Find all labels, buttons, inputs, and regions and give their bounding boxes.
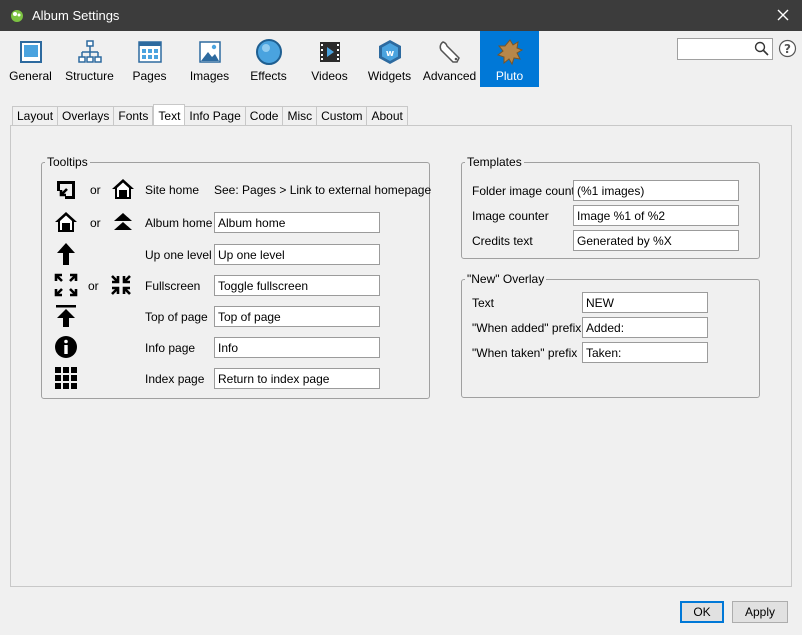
text-tab-panel: Tooltips or Site home See: Pages > Link … bbox=[10, 125, 792, 587]
tab-bar: Layout Overlays Fonts Text Info Page Cod… bbox=[12, 104, 408, 126]
structure-icon bbox=[76, 38, 104, 66]
fullscreen-label: Fullscreen bbox=[145, 279, 201, 293]
apply-button[interactable]: Apply bbox=[732, 601, 788, 623]
home-icon bbox=[110, 176, 136, 202]
title-bar: Album Settings bbox=[0, 0, 802, 31]
or-label: or bbox=[88, 279, 99, 293]
videos-icon bbox=[316, 38, 344, 66]
search-icon bbox=[754, 41, 769, 59]
templates-legend: Templates bbox=[467, 155, 522, 169]
tab-code[interactable]: Code bbox=[245, 106, 284, 126]
ok-button[interactable]: OK bbox=[680, 601, 724, 623]
images-icon bbox=[196, 38, 224, 66]
search-input[interactable] bbox=[677, 38, 773, 60]
new-text-label: Text bbox=[472, 296, 495, 310]
when-added-prefix-label: "When added" prefix bbox=[472, 321, 582, 335]
site-home-link-icon bbox=[53, 177, 79, 203]
when-added-prefix-field[interactable]: Added: bbox=[582, 317, 708, 338]
tooltips-legend: Tooltips bbox=[47, 155, 88, 169]
top-of-page-label: Top of page bbox=[145, 310, 208, 324]
album-home-label: Album home bbox=[145, 216, 213, 230]
toolbar-videos[interactable]: Videos bbox=[300, 31, 359, 87]
close-icon[interactable] bbox=[773, 5, 793, 25]
effects-icon bbox=[255, 38, 283, 66]
advanced-icon bbox=[436, 38, 464, 66]
info-icon bbox=[53, 334, 79, 360]
toolbar-pages[interactable]: Pages bbox=[120, 31, 179, 87]
image-counter-field[interactable]: Image %1 of %2 bbox=[573, 205, 739, 226]
toolbar-structure[interactable]: Structure bbox=[60, 31, 119, 87]
index-page-field[interactable]: Return to index page bbox=[214, 368, 380, 389]
folder-image-count-field[interactable]: (%1 images) bbox=[573, 180, 739, 201]
toolbar-effects[interactable]: Effects bbox=[239, 31, 298, 87]
double-chevron-up-icon bbox=[110, 209, 136, 235]
pluto-icon bbox=[496, 38, 524, 66]
tab-info-page[interactable]: Info Page bbox=[185, 106, 246, 126]
new-text-field[interactable]: NEW bbox=[582, 292, 708, 313]
toolbar-images[interactable]: Images bbox=[180, 31, 239, 87]
fullscreen-field[interactable]: Toggle fullscreen bbox=[214, 275, 380, 296]
svg-text:w: w bbox=[385, 49, 393, 59]
fullscreen-collapse-icon bbox=[108, 272, 134, 298]
up-one-level-label: Up one level bbox=[145, 248, 212, 262]
site-home-label: Site home bbox=[145, 183, 200, 197]
tab-custom[interactable]: Custom bbox=[317, 106, 368, 126]
pages-icon bbox=[136, 38, 164, 66]
folder-image-count-label: Folder image count bbox=[472, 184, 575, 198]
toolbar-pluto[interactable]: Pluto bbox=[480, 31, 539, 87]
index-page-label: Index page bbox=[145, 372, 205, 386]
info-page-field[interactable]: Info bbox=[214, 337, 380, 358]
help-icon[interactable]: ? bbox=[778, 39, 797, 58]
general-icon bbox=[17, 38, 45, 66]
window-title: Album Settings bbox=[32, 8, 120, 23]
up-one-level-field[interactable]: Up one level bbox=[214, 244, 380, 265]
jalbum-app-icon bbox=[9, 8, 25, 24]
tab-fonts[interactable]: Fonts bbox=[114, 106, 154, 126]
fullscreen-expand-icon bbox=[53, 272, 79, 298]
arrow-up-icon bbox=[53, 241, 79, 267]
when-taken-prefix-field[interactable]: Taken: bbox=[582, 342, 708, 363]
when-taken-prefix-label: "When taken" prefix bbox=[472, 346, 578, 360]
top-of-page-field[interactable]: Top of page bbox=[214, 306, 380, 327]
tab-about[interactable]: About bbox=[367, 106, 408, 126]
toolbar-widgets[interactable]: w Widgets bbox=[360, 31, 419, 87]
toolbar-general[interactable]: General bbox=[1, 31, 60, 87]
toolbar-advanced[interactable]: Advanced bbox=[420, 31, 479, 87]
credits-text-label: Credits text bbox=[472, 234, 533, 248]
widgets-icon: w bbox=[376, 38, 404, 66]
tab-misc[interactable]: Misc bbox=[283, 106, 318, 126]
album-home-field[interactable]: Album home bbox=[214, 212, 380, 233]
or-label: or bbox=[90, 216, 101, 230]
tab-overlays[interactable]: Overlays bbox=[58, 106, 115, 126]
credits-text-field[interactable]: Generated by %X bbox=[573, 230, 739, 251]
tab-layout[interactable]: Layout bbox=[12, 106, 59, 126]
svg-text:?: ? bbox=[784, 42, 791, 56]
tab-text[interactable]: Text bbox=[153, 104, 186, 126]
album-home-icon bbox=[53, 209, 79, 235]
site-home-note: See: Pages > Link to external homepage bbox=[214, 183, 432, 197]
new-overlay-legend: "New" Overlay bbox=[467, 272, 545, 286]
arrow-to-top-icon bbox=[53, 303, 79, 329]
grid-icon bbox=[53, 365, 79, 391]
or-label: or bbox=[90, 183, 101, 197]
info-page-label: Info page bbox=[145, 341, 196, 355]
image-counter-label: Image counter bbox=[472, 209, 549, 223]
